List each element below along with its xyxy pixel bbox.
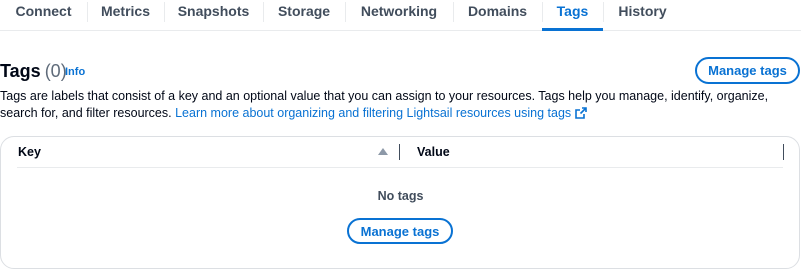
column-header-key[interactable]: Key: [18, 145, 41, 159]
sort-ascending-icon[interactable]: [378, 148, 388, 155]
tab-tags[interactable]: Tags: [542, 0, 603, 31]
info-link[interactable]: Info: [65, 66, 85, 78]
tab-label: Storage: [277, 3, 331, 19]
tab-domains[interactable]: Domains: [453, 0, 542, 30]
tag-count: (0): [44, 61, 67, 81]
column-resizer[interactable]: [783, 144, 784, 160]
column-header-value[interactable]: Value: [417, 145, 450, 159]
tab-label: Metrics: [100, 3, 151, 19]
learn-more-link[interactable]: Learn more about organizing and filterin…: [175, 106, 587, 120]
header-divider: [17, 167, 783, 168]
empty-manage-tags-button[interactable]: Manage tags: [347, 218, 453, 244]
tab-label: Tags: [556, 3, 589, 19]
empty-state-text: No tags: [377, 189, 424, 203]
external-link-icon: [575, 107, 587, 119]
tab-bar: Connect Metrics Snapshots Storage Networ…: [0, 0, 801, 31]
tab-metrics[interactable]: Metrics: [87, 0, 164, 30]
tab-label: History: [618, 3, 667, 19]
tab-connect[interactable]: Connect: [0, 0, 87, 30]
manage-tags-button[interactable]: Manage tags: [695, 57, 800, 84]
tab-history[interactable]: History: [603, 0, 682, 30]
tab-label: Snapshots: [177, 3, 250, 19]
column-resizer[interactable]: [399, 144, 400, 160]
tab-label: Connect: [15, 3, 72, 19]
tab-storage[interactable]: Storage: [263, 0, 345, 30]
description: Tags are labels that consist of a key an…: [0, 88, 800, 122]
page-title-text: Tags: [0, 61, 41, 81]
page-title: Tags (0): [0, 61, 67, 81]
tab-networking[interactable]: Networking: [345, 0, 453, 30]
tab-label: Networking: [360, 3, 438, 19]
tab-snapshots[interactable]: Snapshots: [164, 0, 263, 30]
learn-more-link-text: Learn more about organizing and filterin…: [175, 106, 572, 120]
tab-label: Domains: [467, 3, 528, 19]
